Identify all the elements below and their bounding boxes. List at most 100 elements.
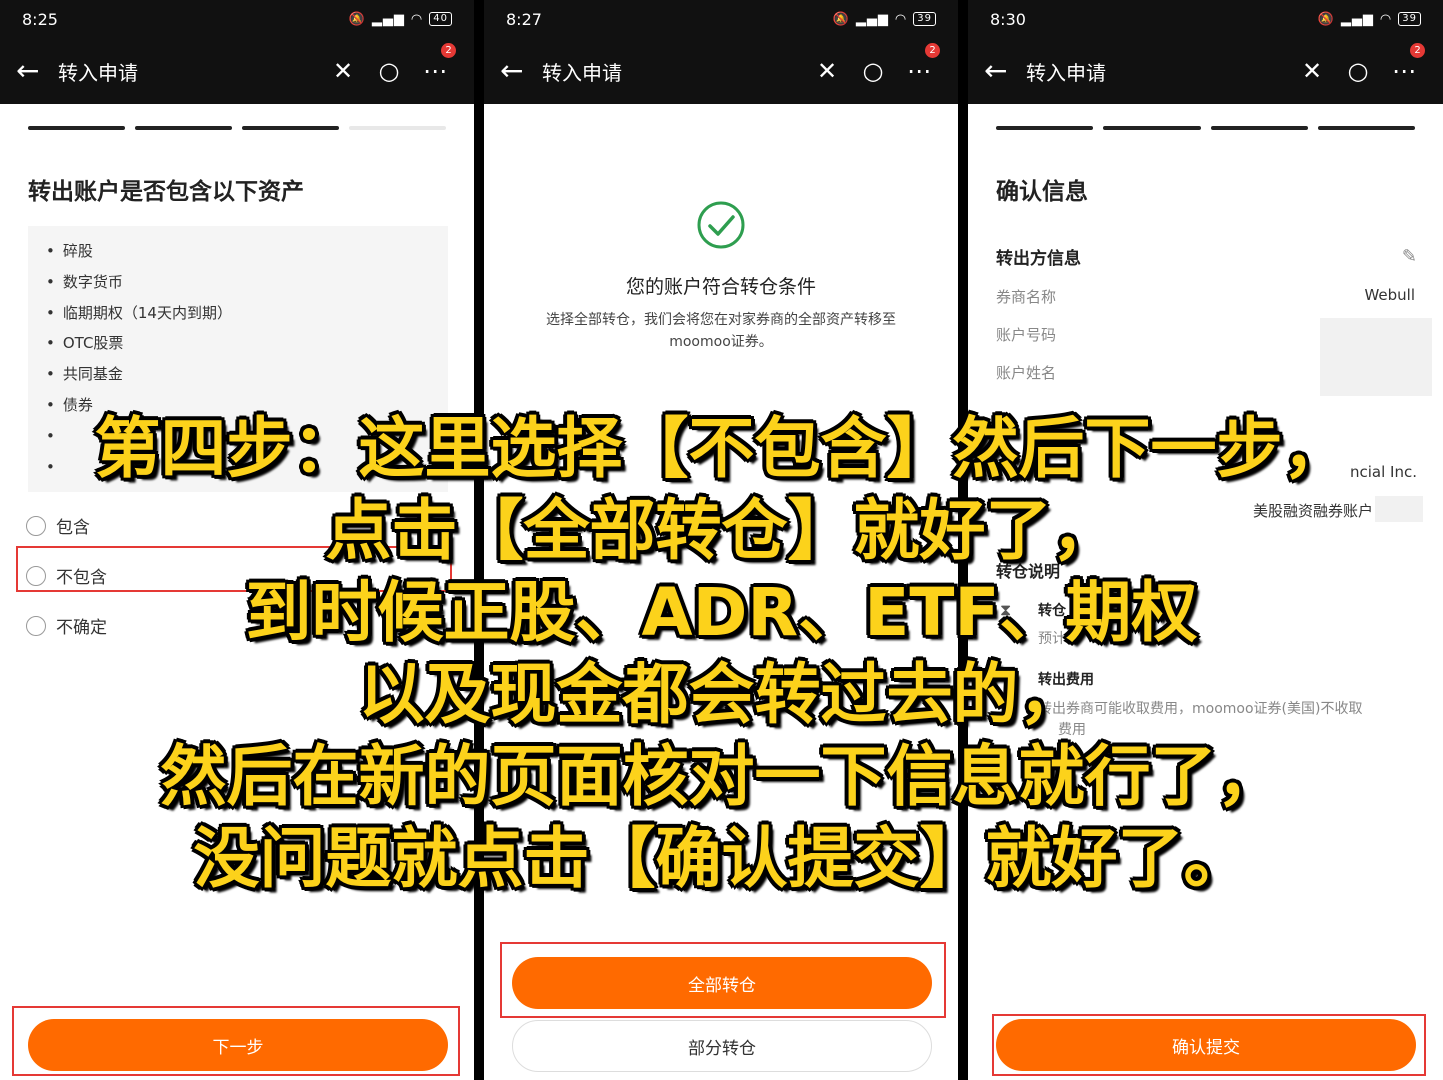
status-bar: 8:27 🔕 ▂▄▆ ◠ 39 (484, 0, 958, 38)
close-icon[interactable]: ✕ (804, 57, 850, 85)
note-item2-desc-line2: 费用 (1058, 722, 1086, 738)
status-icons: 🔕 ▂▄▆ ◠ 40 (349, 12, 452, 27)
incoming-account-type: 美股融资融券账户 (1252, 502, 1373, 520)
confirm-submit-button[interactable]: 确认提交 (996, 1019, 1416, 1071)
transfer-partial-button[interactable]: 部分转仓 (512, 1020, 932, 1072)
progress-segment (28, 126, 125, 130)
screen-step-assets: 8:25 🔕 ▂▄▆ ◠ 40 ← 转入申请 ✕ ○ ⋯ 2 转出账户是否包含以下… (0, 0, 474, 1080)
page-title: 转入申请 (1026, 60, 1106, 85)
mute-icon: 🔕 (832, 11, 850, 27)
search-icon[interactable]: ○ (850, 57, 896, 85)
step-progress (28, 126, 446, 130)
eligibility-title: 您的账户符合转仓条件 (625, 276, 816, 298)
hourglass-icon: ⧗ (1000, 600, 1012, 619)
step-progress (996, 126, 1415, 130)
notification-badge: 2 (925, 43, 940, 58)
status-icons: 🔕 ▂▄▆ ◠ 39 (833, 12, 936, 27)
battery-icon: 39 (1398, 12, 1421, 26)
status-time: 8:30 (990, 9, 1026, 29)
back-arrow-icon[interactable]: ← (16, 57, 58, 85)
more-icon[interactable]: ⋯ 2 (1381, 43, 1427, 85)
battery-icon: 39 (913, 12, 936, 26)
progress-segment (1210, 126, 1308, 130)
confirm-title: 确认信息 (996, 179, 1088, 205)
signal-icon: ▂▄▆ (371, 11, 405, 27)
status-bar: 8:25 🔕 ▂▄▆ ◠ 40 (0, 0, 474, 38)
option-label: 不确定 (56, 618, 107, 638)
wifi-icon: ◠ (1379, 11, 1393, 27)
asset-item (46, 452, 430, 483)
option-exclude[interactable]: 不包含 (26, 563, 107, 588)
note-item1-desc: 预计 (1038, 631, 1066, 647)
wifi-icon: ◠ (894, 11, 908, 27)
status-time: 8:25 (22, 9, 58, 29)
broker-value: Webull (1364, 286, 1415, 304)
signal-icon: ▂▄▆ (855, 11, 889, 27)
more-icon[interactable]: ⋯ 2 (412, 43, 458, 85)
progress-segment (349, 126, 446, 130)
wifi-icon: ◠ (410, 11, 424, 27)
redacted-block (1320, 318, 1432, 396)
transfer-note-title: 转仓说明 (996, 562, 1061, 581)
progress-segment (996, 126, 1094, 130)
screen-eligibility: 8:27 🔕 ▂▄▆ ◠ 39 ← 转入申请 ✕ ○ ⋯ 2 您的账户符合转仓条件… (484, 0, 958, 1080)
page-title: 转入申请 (542, 60, 622, 85)
asset-item: 数字货币 (46, 267, 430, 298)
question-title: 转出账户是否包含以下资产 (28, 179, 304, 205)
search-icon[interactable]: ○ (1335, 57, 1381, 85)
section-outgoing: 转出方信息 (996, 249, 1081, 269)
battery-icon: 40 (429, 12, 452, 26)
back-arrow-icon[interactable]: ← (984, 57, 1026, 85)
close-icon[interactable]: ✕ (1289, 57, 1335, 85)
progress-segment (135, 126, 232, 130)
status-time: 8:27 (506, 9, 542, 29)
notification-badge: 2 (441, 43, 456, 58)
progress-segment (1317, 126, 1415, 130)
asset-item (46, 421, 430, 452)
close-icon[interactable]: ✕ (320, 57, 366, 85)
notification-badge: 2 (1410, 43, 1425, 58)
progress-segment (242, 126, 339, 130)
note-item2-title: 转出费用 (1038, 672, 1094, 688)
check-circle-icon (697, 201, 745, 249)
asset-item: 债券 (46, 390, 430, 421)
eligibility-desc-line1: 选择全部转仓，我们会将您在对家券商的全部资产转移至 (546, 312, 896, 328)
progress-segment (1103, 126, 1201, 130)
option-include[interactable]: 包含 (26, 513, 90, 538)
status-icons: 🔕 ▂▄▆ ◠ 39 (1318, 12, 1421, 27)
search-icon[interactable]: ○ (366, 57, 412, 85)
mute-icon: 🔕 (1317, 11, 1335, 27)
radio-icon[interactable] (26, 515, 46, 536)
asset-item: OTC股票 (46, 328, 430, 359)
more-icon[interactable]: ⋯ 2 (896, 43, 942, 85)
option-label: 包含 (56, 518, 90, 538)
note-item1-title: 转仓 (1038, 603, 1066, 619)
incoming-company: ncial Inc. (1350, 463, 1417, 481)
radio-icon[interactable] (26, 565, 46, 586)
asset-item: 临期期权（14天内到期） (46, 298, 430, 329)
broker-row: 券商名称 Webull (996, 286, 1415, 307)
asset-item: 碎股 (46, 236, 430, 267)
transfer-all-button[interactable]: 全部转仓 (512, 957, 932, 1009)
account-no-label: 账户号码 (996, 326, 1057, 344)
option-unsure[interactable]: 不确定 (26, 613, 107, 638)
eligibility-desc-line2: moomoo证券。 (669, 334, 773, 350)
option-label: 不包含 (56, 568, 107, 588)
app-bar: ← 转入申请 ✕ ○ ⋯ 2 (968, 38, 1443, 104)
account-name-label: 账户姓名 (996, 364, 1057, 382)
app-bar: ← 转入申请 ✕ ○ ⋯ 2 (0, 38, 474, 104)
broker-label: 券商名称 (996, 288, 1057, 306)
redacted-block (1375, 496, 1423, 522)
note-item2-desc-line1: 转出券商可能收取费用，moomoo证券(美国)不收取 (1038, 701, 1363, 717)
radio-icon[interactable] (26, 615, 46, 636)
signal-icon: ▂▄▆ (1340, 11, 1374, 27)
screen-confirm: 8:30 🔕 ▂▄▆ ◠ 39 ← 转入申请 ✕ ○ ⋯ 2 确认信息 转出方信息… (968, 0, 1443, 1080)
edit-icon[interactable]: ✎ (1402, 246, 1417, 267)
asset-list-box: 碎股 数字货币 临期期权（14天内到期） OTC股票 共同基金 债券 (28, 226, 448, 492)
next-button[interactable]: 下一步 (28, 1019, 448, 1071)
page-title: 转入申请 (58, 60, 138, 85)
asset-item: 共同基金 (46, 359, 430, 390)
back-arrow-icon[interactable]: ← (500, 57, 542, 85)
mute-icon: 🔕 (348, 11, 366, 27)
status-bar: 8:30 🔕 ▂▄▆ ◠ 39 (968, 0, 1443, 38)
